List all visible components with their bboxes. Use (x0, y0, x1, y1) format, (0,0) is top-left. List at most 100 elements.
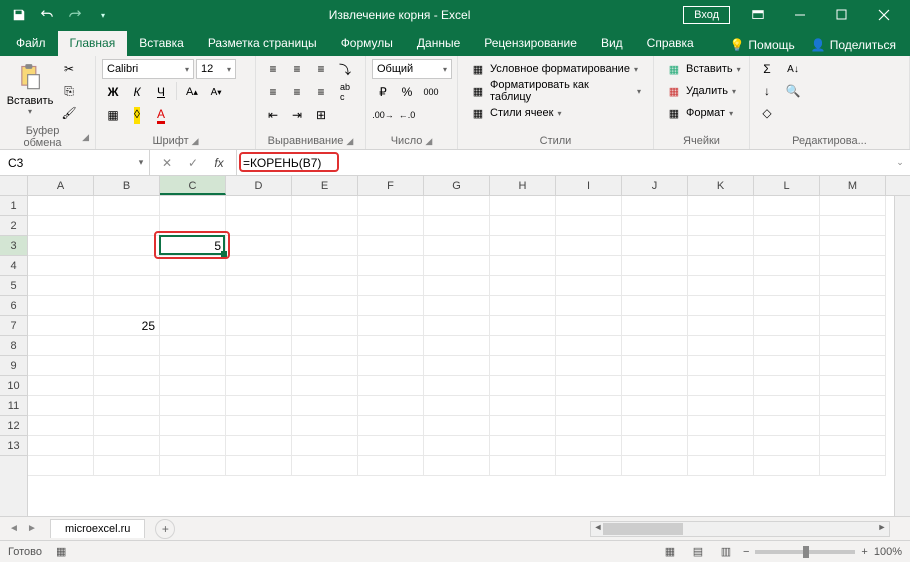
hscroll-thumb[interactable] (603, 523, 683, 535)
cell[interactable] (424, 216, 490, 236)
cell[interactable] (820, 376, 886, 396)
cell[interactable] (358, 376, 424, 396)
cell-B7[interactable]: 25 (94, 316, 160, 336)
cell[interactable] (358, 276, 424, 296)
cell[interactable] (688, 216, 754, 236)
fill-icon[interactable]: ↓ (756, 81, 778, 101)
cell[interactable] (424, 396, 490, 416)
cell[interactable] (226, 196, 292, 216)
cell[interactable] (28, 456, 94, 476)
col-header-L[interactable]: L (754, 176, 820, 195)
cell[interactable] (490, 256, 556, 276)
cell[interactable] (490, 316, 556, 336)
cut-icon[interactable]: ✂ (58, 59, 80, 79)
save-icon[interactable] (6, 2, 32, 28)
tab-file[interactable]: Файл (4, 31, 58, 56)
cell[interactable] (94, 396, 160, 416)
cell[interactable] (820, 276, 886, 296)
cell[interactable] (490, 456, 556, 476)
cell[interactable] (94, 376, 160, 396)
font-launcher-icon[interactable]: ◢ (192, 136, 199, 147)
zoom-in-icon[interactable]: + (861, 546, 867, 558)
find-icon[interactable]: 🔍 (782, 81, 804, 101)
cell-styles-button[interactable]: ▦Стили ячеек▾ (464, 103, 568, 123)
tab-pagelayout[interactable]: Разметка страницы (196, 31, 329, 56)
cell[interactable] (754, 316, 820, 336)
cell[interactable] (28, 216, 94, 236)
increase-decimal-icon[interactable]: .00→ (372, 105, 394, 125)
cell[interactable] (226, 416, 292, 436)
cell[interactable] (490, 196, 556, 216)
cell[interactable] (292, 376, 358, 396)
cell[interactable] (820, 236, 886, 256)
cell[interactable] (28, 316, 94, 336)
cell[interactable] (292, 336, 358, 356)
cell[interactable] (688, 276, 754, 296)
conditional-format-button[interactable]: ▦Условное форматирование▾ (464, 59, 644, 79)
cell[interactable] (556, 416, 622, 436)
cell[interactable] (688, 316, 754, 336)
cell[interactable] (358, 236, 424, 256)
align-middle-icon[interactable]: ≡ (286, 59, 308, 79)
col-header-J[interactable]: J (622, 176, 688, 195)
expand-formula-bar-icon[interactable]: ⌄ (890, 150, 910, 175)
tab-view[interactable]: Вид (589, 31, 635, 56)
cell[interactable] (160, 396, 226, 416)
cell[interactable] (94, 236, 160, 256)
cell[interactable] (226, 216, 292, 236)
cell[interactable] (424, 236, 490, 256)
cell[interactable] (292, 356, 358, 376)
cell[interactable] (226, 436, 292, 456)
cell[interactable] (160, 456, 226, 476)
cell[interactable] (292, 256, 358, 276)
cell[interactable] (556, 316, 622, 336)
orientation-icon[interactable]: ⤵ (334, 59, 356, 79)
cell[interactable] (820, 416, 886, 436)
cell[interactable] (424, 416, 490, 436)
cell[interactable] (688, 256, 754, 276)
cell[interactable] (622, 316, 688, 336)
cell[interactable] (226, 256, 292, 276)
wrap-text-icon[interactable]: abc (334, 82, 356, 102)
cell[interactable] (94, 296, 160, 316)
decrease-font-icon[interactable]: A▾ (205, 82, 227, 102)
cell[interactable] (424, 196, 490, 216)
cell[interactable] (160, 336, 226, 356)
cell[interactable] (358, 196, 424, 216)
cell[interactable] (556, 196, 622, 216)
cell[interactable] (622, 256, 688, 276)
col-header-I[interactable]: I (556, 176, 622, 195)
cell[interactable] (688, 436, 754, 456)
tab-help[interactable]: Справка (635, 31, 706, 56)
cell[interactable] (490, 296, 556, 316)
cell[interactable] (94, 356, 160, 376)
cell[interactable] (688, 396, 754, 416)
close-icon[interactable] (864, 1, 904, 29)
cell[interactable] (292, 436, 358, 456)
row-header-12[interactable]: 12 (0, 416, 27, 436)
cell[interactable] (226, 336, 292, 356)
zoom-slider[interactable] (755, 550, 855, 554)
cell[interactable] (688, 376, 754, 396)
cell[interactable] (490, 416, 556, 436)
cell[interactable] (424, 336, 490, 356)
col-header-H[interactable]: H (490, 176, 556, 195)
cell[interactable] (754, 436, 820, 456)
cell[interactable] (424, 276, 490, 296)
add-sheet-icon[interactable]: + (155, 519, 175, 539)
cell[interactable] (688, 296, 754, 316)
cell[interactable] (28, 196, 94, 216)
cell[interactable] (754, 276, 820, 296)
cell[interactable] (820, 316, 886, 336)
cell[interactable] (358, 336, 424, 356)
zoom-level[interactable]: 100% (874, 546, 902, 558)
row-header-1[interactable]: 1 (0, 196, 27, 216)
cell[interactable] (226, 236, 292, 256)
col-header-E[interactable]: E (292, 176, 358, 195)
cell[interactable] (490, 336, 556, 356)
tab-review[interactable]: Рецензирование (472, 31, 589, 56)
cell[interactable] (424, 456, 490, 476)
cell[interactable] (226, 316, 292, 336)
cell[interactable] (160, 276, 226, 296)
cell[interactable] (292, 416, 358, 436)
